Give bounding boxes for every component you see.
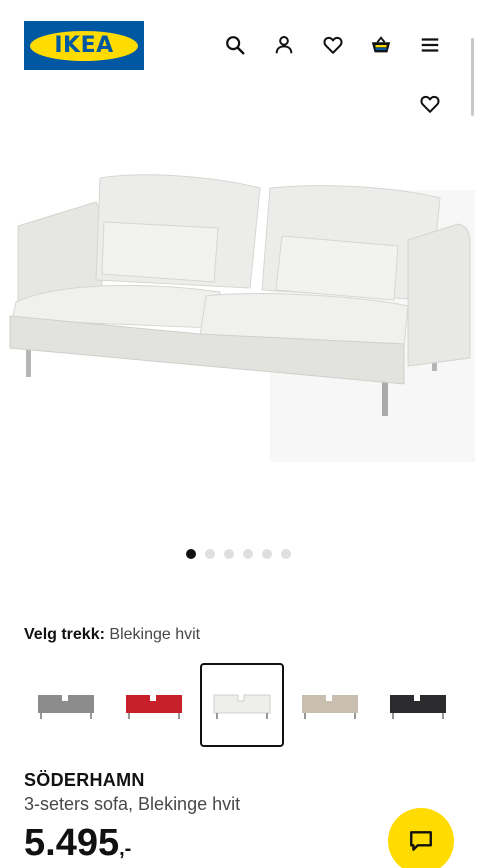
ikea-logo[interactable]: IKEA	[24, 21, 144, 70]
cover-swatch[interactable]	[376, 663, 460, 747]
product-image-gallery[interactable]	[0, 130, 480, 530]
gallery-dot[interactable]	[224, 549, 234, 559]
gallery-dot[interactable]	[262, 549, 272, 559]
sofa-thumbnail-icon	[213, 694, 271, 719]
sofa-thumbnail-icon	[302, 695, 358, 719]
basket-button[interactable]	[365, 29, 397, 61]
cover-swatch[interactable]	[288, 663, 372, 747]
sofa-image	[9, 174, 475, 462]
gallery-pagination	[186, 549, 291, 559]
menu-button[interactable]	[414, 29, 446, 61]
gallery-dot[interactable]	[205, 549, 215, 559]
gallery-dot[interactable]	[243, 549, 253, 559]
chat-icon	[410, 831, 432, 851]
sofa-thumbnail-icon	[390, 695, 446, 719]
user-icon	[275, 36, 293, 54]
cover-selection: Velg trekk: Blekinge hvit	[24, 626, 200, 644]
price-value: 5.495	[24, 822, 120, 864]
chat-button[interactable]	[388, 808, 454, 868]
heart-icon	[420, 95, 440, 113]
price-suffix: ,-	[119, 838, 132, 860]
logo-text: IKEA	[54, 33, 114, 58]
search-button[interactable]	[219, 29, 251, 61]
heart-icon	[323, 36, 343, 54]
product-description: 3-seters sofa, Blekinge hvit	[24, 794, 241, 814]
product-name: SÖDERHAMN	[24, 770, 145, 790]
cover-value: Blekinge hvit	[109, 626, 201, 643]
cover-label: Velg trekk:	[24, 626, 105, 643]
header: IKEA	[0, 0, 480, 90]
cover-swatches	[24, 663, 460, 747]
scrollbar[interactable]	[471, 38, 474, 116]
menu-icon	[421, 38, 439, 52]
search-icon	[226, 36, 245, 55]
cover-swatch[interactable]	[24, 663, 108, 747]
cover-swatch-selected[interactable]	[200, 663, 284, 747]
basket-icon	[371, 36, 391, 53]
product-price: 5.495,-	[24, 822, 131, 865]
sofa-thumbnail-icon	[126, 695, 182, 719]
favourites-button[interactable]	[317, 29, 349, 61]
gallery-dot[interactable]	[186, 549, 196, 559]
gallery-dot[interactable]	[281, 549, 291, 559]
profile-button[interactable]	[268, 29, 300, 61]
logo-oval: IKEA	[30, 30, 138, 61]
add-to-favourites-button[interactable]	[414, 88, 446, 120]
cover-swatch[interactable]	[112, 663, 196, 747]
sofa-thumbnail-icon	[38, 695, 94, 719]
